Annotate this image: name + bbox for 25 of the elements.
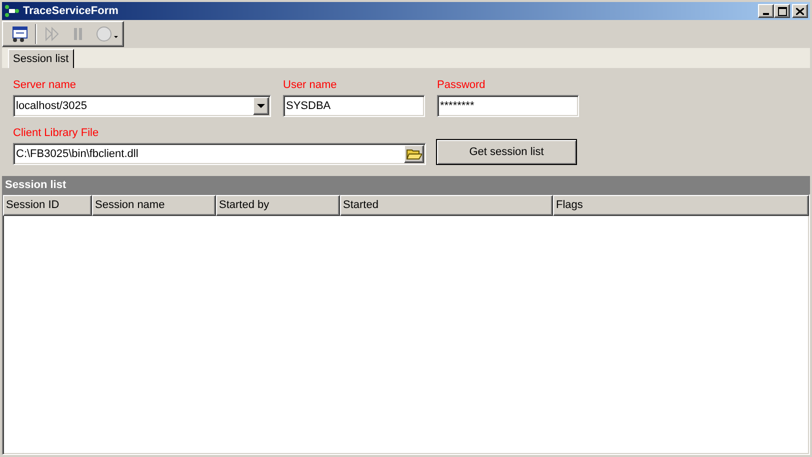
- window-title: TraceServiceForm: [23, 4, 120, 19]
- input-field[interactable]: C:\FB3025\bin\fbclient.dll: [13, 143, 426, 165]
- column-header[interactable]: Flags: [553, 195, 809, 216]
- column-header[interactable]: Session ID: [3, 195, 92, 216]
- column-header[interactable]: Started: [340, 195, 553, 216]
- app-icon: [4, 5, 20, 17]
- get-session-list-button[interactable]: Get session list: [436, 139, 577, 165]
- open-folder-icon[interactable]: [404, 145, 424, 163]
- field-label: Password: [437, 78, 486, 92]
- close-button[interactable]: [792, 4, 808, 18]
- column-header[interactable]: Started by: [216, 195, 340, 216]
- input-field[interactable]: SYSDBA: [283, 95, 425, 117]
- field-label: Server name: [13, 78, 77, 92]
- tab[interactable]: Session list: [8, 49, 74, 68]
- field-label: Client Library File: [13, 126, 100, 140]
- input-field[interactable]: ********: [437, 95, 579, 117]
- section-header: Session list: [2, 176, 810, 194]
- field-label: User name: [283, 78, 338, 92]
- maximize-button[interactable]: [774, 4, 790, 18]
- column-header[interactable]: Session name: [92, 195, 216, 216]
- maximize-icon: [778, 6, 786, 16]
- dropdown-caret-icon: [253, 97, 269, 115]
- minimize-button[interactable]: [758, 4, 774, 18]
- close-icon: [796, 8, 804, 14]
- server-dropdown[interactable]: localhost/3025: [13, 95, 271, 117]
